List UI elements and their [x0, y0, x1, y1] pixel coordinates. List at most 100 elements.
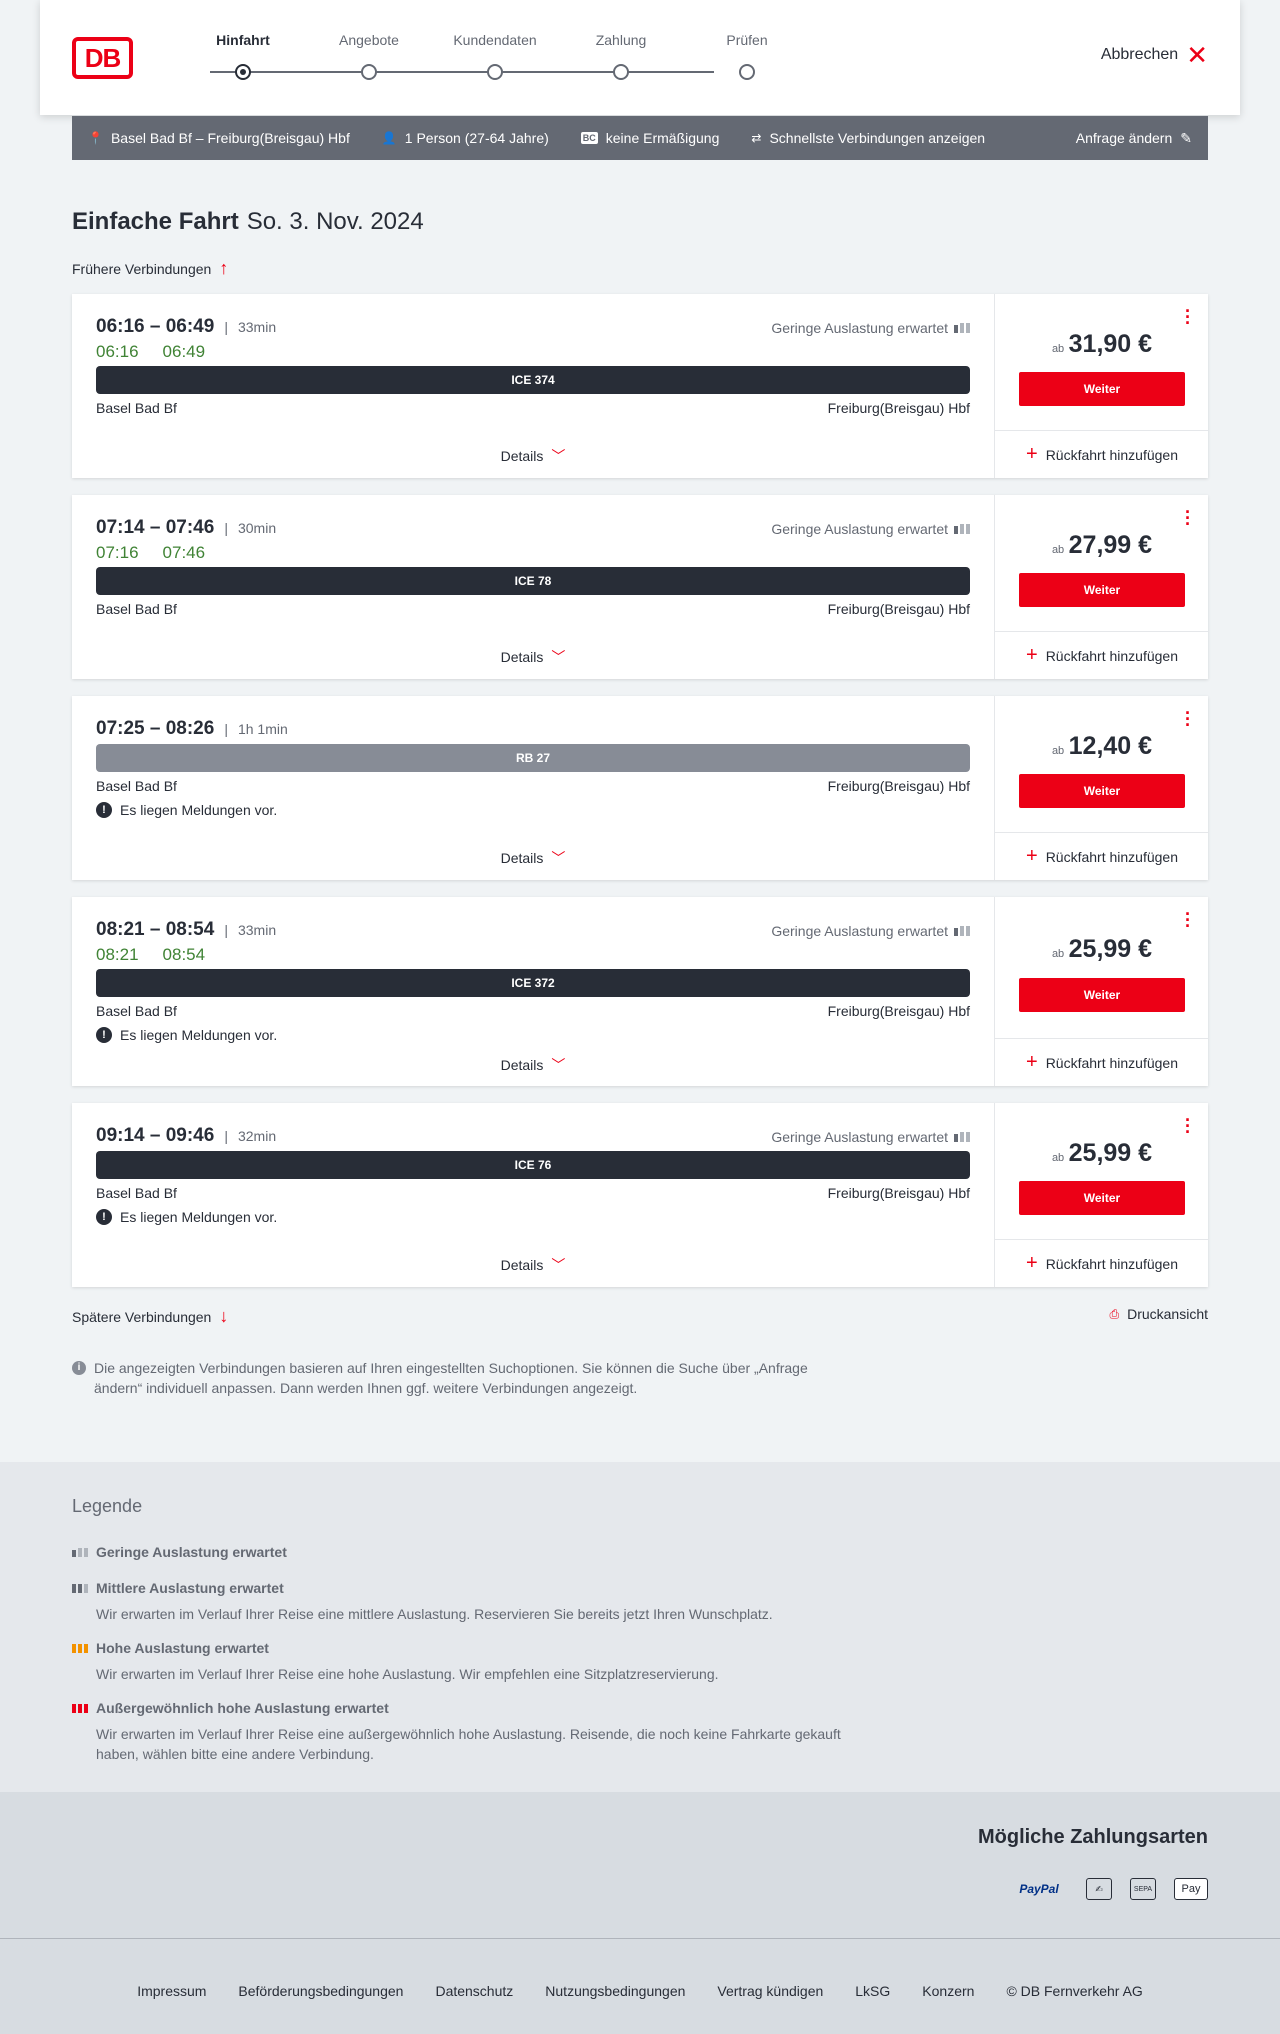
- occupancy-text: Geringe Auslastung erwartet: [771, 923, 948, 939]
- info-icon: i: [72, 1361, 86, 1375]
- alert-icon: !: [96, 1209, 112, 1225]
- message-notice[interactable]: ! Es liegen Meldungen vor.: [96, 1027, 277, 1043]
- apple-pay-label: Pay: [1181, 1883, 1201, 1895]
- search-option-summary: ⇄ Schnellste Verbindungen anzeigen: [751, 130, 985, 146]
- realtime-departure: 08:21: [96, 945, 139, 964]
- message-text: Es liegen Meldungen vor.: [120, 802, 278, 818]
- change-request-button[interactable]: Anfrage ändern ✎: [1076, 130, 1192, 147]
- departure-station: Basel Bad Bf: [96, 400, 177, 416]
- legend-item-description: Wir erwarten im Verlauf Ihrer Reise eine…: [96, 1666, 719, 1682]
- price-prefix: ab: [1051, 1152, 1065, 1164]
- step-dot: [487, 64, 503, 80]
- legend-item-description: Wir erwarten im Verlauf Ihrer Reise eine…: [96, 1726, 841, 1762]
- price-prefix: ab: [1051, 745, 1065, 757]
- add-return-button[interactable]: + Rückfahrt hinzufügen: [995, 1239, 1209, 1287]
- planned-times: 08:21 – 08:54: [96, 919, 215, 940]
- realtime-departure: 07:16: [96, 543, 139, 562]
- message-notice[interactable]: ! Es liegen Meldungen vor.: [96, 802, 277, 818]
- price-value: 12,40 €: [1068, 732, 1153, 760]
- train-bar[interactable]: RB 27: [96, 744, 970, 772]
- train-bar[interactable]: ICE 372: [96, 969, 970, 997]
- page-title: Einfache Fahrt So. 3. Nov. 2024: [72, 208, 424, 236]
- occupancy-info: Geringe Auslastung erwartet: [771, 1129, 970, 1145]
- step-label: Prüfen: [726, 32, 768, 48]
- footer-link-vertrag-kuendigen[interactable]: Vertrag kündigen: [717, 1983, 823, 1999]
- connection-times: 08:21 – 08:54 | 33min: [96, 919, 276, 941]
- footer-link-impressum[interactable]: Impressum: [137, 1983, 206, 1999]
- details-toggle[interactable]: Details ﹀: [72, 446, 994, 466]
- footer-link-nutzungsbedingungen[interactable]: Nutzungsbedingungen: [545, 1983, 685, 1999]
- stations: Basel Bad Bf Freiburg(Breisgau) Hbf: [96, 1003, 970, 1019]
- message-notice[interactable]: ! Es liegen Meldungen vor.: [96, 1209, 277, 1225]
- duration: 1h 1min: [237, 721, 288, 737]
- add-return-label: Rückfahrt hinzufügen: [1045, 1054, 1178, 1071]
- stations: Basel Bad Bf Freiburg(Breisgau) Hbf: [96, 1185, 970, 1201]
- footer-link-lksg[interactable]: LkSG: [855, 1983, 890, 1999]
- more-options-icon[interactable]: · · ·: [1184, 905, 1192, 935]
- continue-button[interactable]: Weiter: [1019, 774, 1185, 808]
- details-label: Details: [500, 1257, 544, 1273]
- later-connections-link[interactable]: Spätere Verbindungen ↓: [72, 1306, 228, 1327]
- later-label: Spätere Verbindungen: [72, 1308, 212, 1325]
- step-label: Hinfahrt: [216, 32, 270, 48]
- add-return-label: Rückfahrt hinzufügen: [1045, 647, 1178, 664]
- price-prefix: ab: [1051, 544, 1065, 556]
- cancel-button[interactable]: Abbrechen ✕: [1101, 40, 1208, 70]
- price-value: 25,99 €: [1068, 1139, 1153, 1167]
- continue-button[interactable]: Weiter: [1019, 372, 1185, 406]
- details-toggle[interactable]: Details ﹀: [72, 1055, 994, 1075]
- offer-panel: · · · ab 27,99 € Weiter + Rückfahrt hinzufü…: [994, 495, 1209, 679]
- occupancy-text: Geringe Auslastung erwartet: [771, 320, 948, 336]
- add-return-button[interactable]: + Rückfahrt hinzufügen: [995, 832, 1209, 880]
- connection-times: 09:14 – 09:46 | 32min: [96, 1125, 276, 1147]
- details-label: Details: [500, 448, 544, 464]
- details-toggle[interactable]: Details ﹀: [72, 848, 994, 868]
- db-logo[interactable]: DB: [72, 37, 133, 79]
- price-prefix: ab: [1051, 343, 1065, 355]
- more-options-icon[interactable]: · · ·: [1184, 503, 1192, 533]
- plus-icon: +: [1026, 1252, 1038, 1274]
- close-icon: ✕: [1186, 40, 1208, 70]
- add-return-button[interactable]: + Rückfahrt hinzufügen: [995, 430, 1209, 478]
- footer-link-befoerderungsbedingungen[interactable]: Beförderungsbedingungen: [238, 1983, 403, 1999]
- continue-button[interactable]: Weiter: [1019, 573, 1185, 607]
- chevron-down-icon: ﹀: [551, 1057, 566, 1073]
- more-options-icon[interactable]: · · ·: [1184, 302, 1192, 332]
- step-label: Angebote: [339, 32, 399, 48]
- more-options-icon[interactable]: · · ·: [1184, 704, 1192, 734]
- legend-section: Legende Geringe Auslastung erwartet Mitt…: [0, 1462, 1280, 1792]
- plus-icon: +: [1026, 845, 1038, 867]
- continue-button[interactable]: Weiter: [1019, 1181, 1185, 1215]
- footer-link-datenschutz[interactable]: Datenschutz: [435, 1983, 513, 1999]
- realtime-departure: 06:16: [96, 342, 139, 361]
- legend-item-description: Wir erwarten im Verlauf Ihrer Reise eine…: [96, 1606, 773, 1622]
- train-bar[interactable]: ICE 76: [96, 1151, 970, 1179]
- realtime-arrival: 07:46: [162, 543, 206, 562]
- swap-arrows-icon: ⇄: [751, 131, 762, 145]
- more-options-icon[interactable]: · · ·: [1184, 1111, 1192, 1141]
- add-return-button[interactable]: + Rückfahrt hinzufügen: [995, 1038, 1209, 1086]
- arrow-up-icon: ↑: [219, 258, 229, 278]
- print-view-link[interactable]: ⎙ Druckansicht: [1109, 1306, 1208, 1322]
- planned-times: 07:25 – 08:26: [96, 718, 215, 739]
- info-text: Die angezeigten Verbindungen basieren au…: [94, 1360, 808, 1396]
- details-toggle[interactable]: Details ﹀: [72, 647, 994, 667]
- details-toggle[interactable]: Details ﹀: [72, 1255, 994, 1275]
- arrival-station: Freiburg(Breisgau) Hbf: [827, 778, 970, 794]
- connection-details: 06:16 – 06:49 | 33min 06:16 06:49 Geringe A…: [72, 294, 994, 478]
- realtime-times: 06:16 06:49: [96, 342, 205, 362]
- search-option-text: Schnellste Verbindungen anzeigen: [769, 130, 986, 146]
- earlier-connections-link[interactable]: Frühere Verbindungen ↑: [72, 258, 228, 279]
- occupancy-low-icon: [954, 1132, 970, 1142]
- trip-type: Einfache Fahrt: [72, 208, 239, 235]
- planned-times: 07:14 – 07:46: [96, 517, 215, 538]
- train-bar[interactable]: ICE 374: [96, 366, 970, 394]
- train-bar[interactable]: ICE 78: [96, 567, 970, 595]
- add-return-button[interactable]: + Rückfahrt hinzufügen: [995, 631, 1209, 679]
- direct-debit-icon: ✍: [1086, 1878, 1112, 1900]
- footer-link-konzern[interactable]: Konzern: [922, 1983, 974, 1999]
- occupancy-info: Geringe Auslastung erwartet: [771, 320, 970, 336]
- add-return-label: Rückfahrt hinzufügen: [1045, 1255, 1178, 1272]
- stations: Basel Bad Bf Freiburg(Breisgau) Hbf: [96, 778, 970, 794]
- continue-button[interactable]: Weiter: [1019, 978, 1185, 1012]
